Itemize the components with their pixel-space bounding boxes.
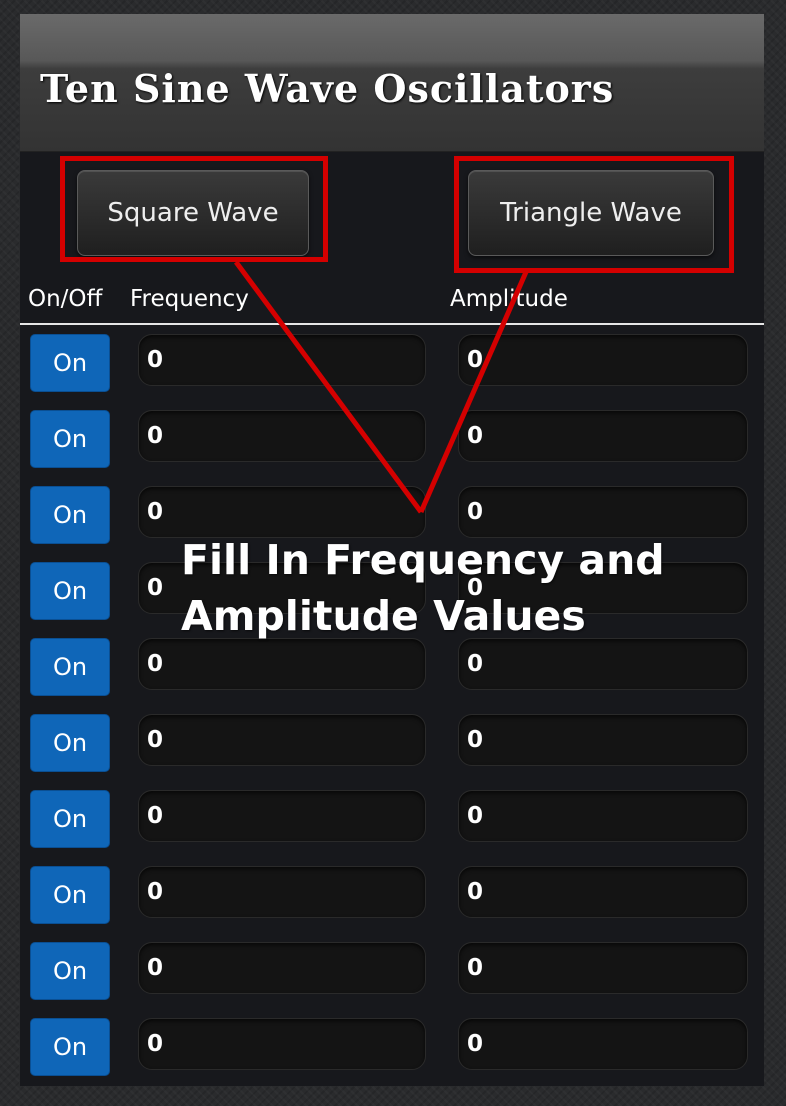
frequency-input[interactable] — [138, 638, 426, 690]
on-off-toggle-button[interactable]: On — [30, 410, 110, 468]
frequency-input[interactable] — [138, 714, 426, 766]
frequency-input[interactable] — [138, 790, 426, 842]
on-off-toggle-button[interactable]: On — [30, 714, 110, 772]
frequency-input[interactable] — [138, 866, 426, 918]
column-header-frequency: Frequency — [130, 286, 249, 312]
header-divider — [20, 323, 764, 325]
oscillator-row: On — [20, 410, 764, 470]
annotation-text: Fill In Frequency and Amplitude Values — [181, 532, 665, 644]
amplitude-input[interactable] — [458, 942, 748, 994]
annotation-line-1: Fill In Frequency and — [181, 536, 665, 584]
app-header: Ten Sine Wave Oscillators — [20, 14, 764, 152]
frequency-input[interactable] — [138, 334, 426, 386]
frequency-input[interactable] — [138, 942, 426, 994]
oscillator-row: On — [20, 334, 764, 394]
amplitude-input[interactable] — [458, 790, 748, 842]
oscillator-row: On — [20, 866, 764, 926]
frequency-input[interactable] — [138, 410, 426, 462]
square-wave-highlight-box — [60, 156, 328, 262]
amplitude-input[interactable] — [458, 1018, 748, 1070]
oscillator-row: On — [20, 714, 764, 774]
amplitude-input[interactable] — [458, 410, 748, 462]
on-off-toggle-button[interactable]: On — [30, 866, 110, 924]
oscillator-row: On — [20, 942, 764, 1002]
frequency-input[interactable] — [138, 486, 426, 538]
on-off-toggle-button[interactable]: On — [30, 486, 110, 544]
on-off-toggle-button[interactable]: On — [30, 942, 110, 1000]
on-off-toggle-button[interactable]: On — [30, 790, 110, 848]
column-header-on-off: On/Off — [28, 286, 103, 312]
on-off-toggle-button[interactable]: On — [30, 638, 110, 696]
amplitude-input[interactable] — [458, 486, 748, 538]
on-off-toggle-button[interactable]: On — [30, 562, 110, 620]
annotation-line-2: Amplitude Values — [181, 592, 586, 640]
app-title: Ten Sine Wave Oscillators — [40, 66, 615, 111]
column-header-amplitude: Amplitude — [450, 286, 568, 312]
oscillator-row: On — [20, 1018, 764, 1078]
amplitude-input[interactable] — [458, 638, 748, 690]
on-off-toggle-button[interactable]: On — [30, 1018, 110, 1076]
amplitude-input[interactable] — [458, 714, 748, 766]
frequency-input[interactable] — [138, 1018, 426, 1070]
oscillator-row: On — [20, 638, 764, 698]
amplitude-input[interactable] — [458, 334, 748, 386]
triangle-wave-highlight-box — [454, 156, 734, 273]
oscillator-row: On — [20, 790, 764, 850]
on-off-toggle-button[interactable]: On — [30, 334, 110, 392]
amplitude-input[interactable] — [458, 866, 748, 918]
